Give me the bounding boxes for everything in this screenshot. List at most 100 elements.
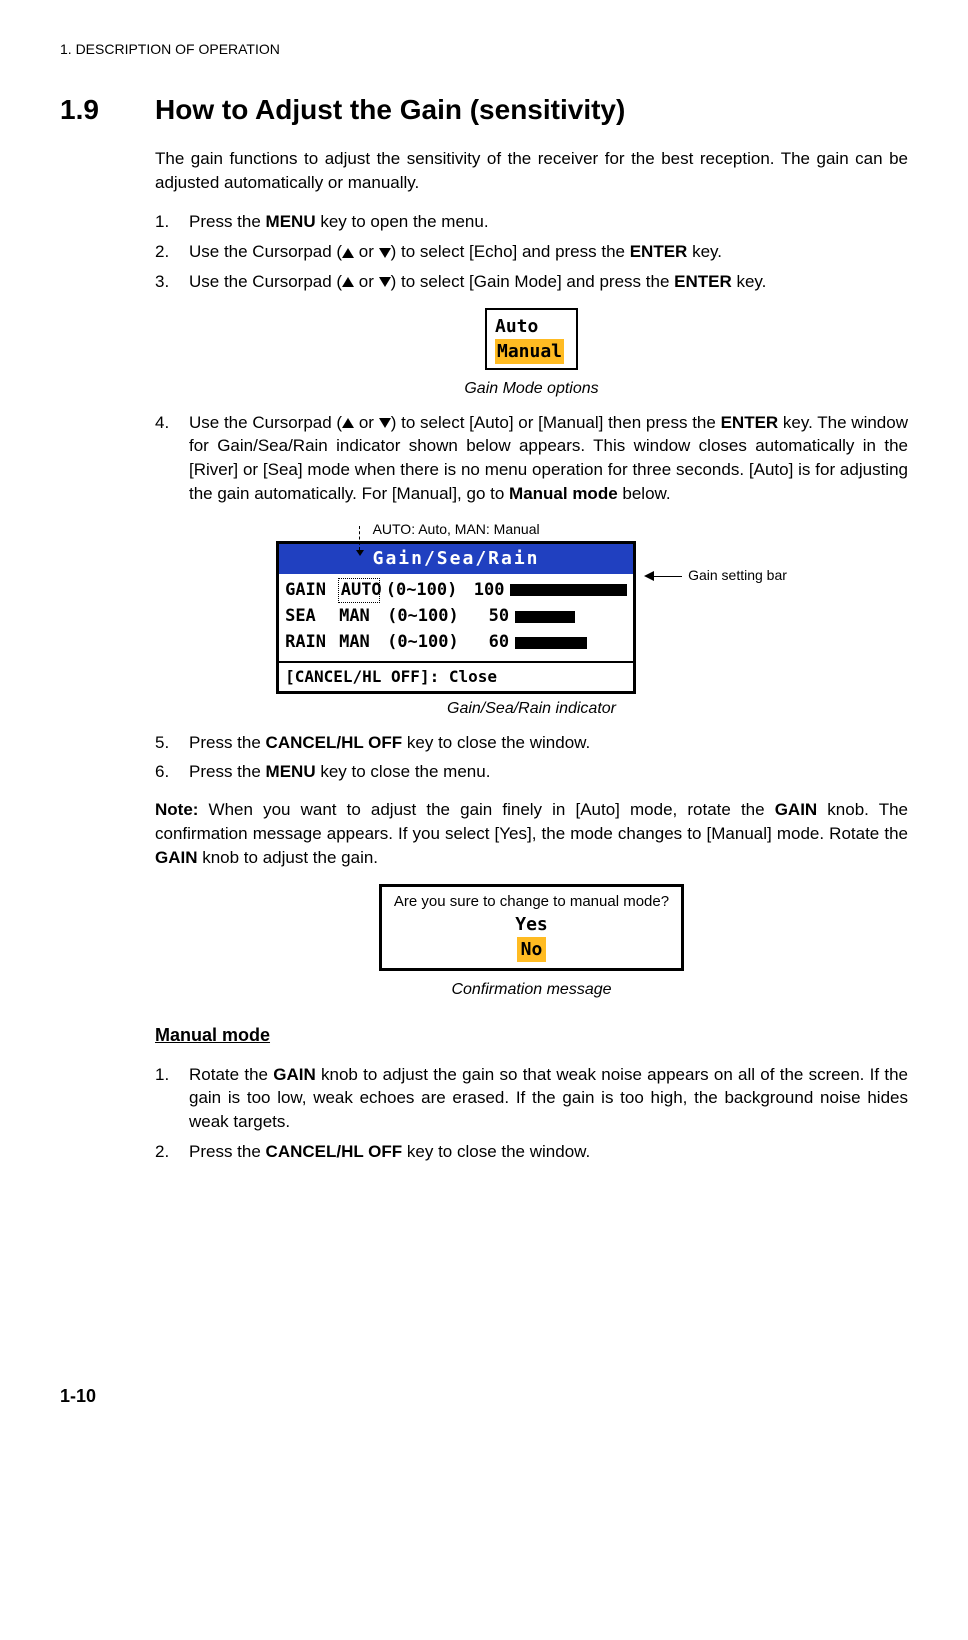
key-menu: MENU <box>266 762 316 781</box>
mode: MAN <box>339 605 381 629</box>
key-cancel: CANCEL/HL OFF <box>266 1142 403 1161</box>
text: Use the Cursorpad ( <box>189 413 342 432</box>
annotation-gain-bar: Gain setting bar <box>644 566 787 586</box>
text: ) to select [Echo] and press the <box>391 242 630 261</box>
sea-bar <box>515 611 575 623</box>
section-title: How to Adjust the Gain (sensitivity) <box>155 90 625 129</box>
figure-indicator: AUTO: Auto, MAN: Manual Gain/Sea/Rain GA… <box>155 520 908 695</box>
manual-step-2: Press the CANCEL/HL OFF key to close the… <box>155 1140 908 1164</box>
arrow-down-icon <box>379 418 391 428</box>
indicator-title: Gain/Sea/Rain <box>279 544 633 573</box>
text: key to close the window. <box>402 1142 590 1161</box>
indicator-row-sea: SEA MAN (0~100) 50 <box>285 605 627 629</box>
step-2: Use the Cursorpad ( or ) to select [Echo… <box>155 240 908 264</box>
knob-gain: GAIN <box>155 848 198 867</box>
text: knob to adjust the gain. <box>198 848 379 867</box>
arrow-up-icon <box>342 418 354 428</box>
label: SEA <box>285 605 333 629</box>
text: Press the <box>189 212 266 231</box>
step-3: Use the Cursorpad ( or ) to select [Gain… <box>155 270 908 294</box>
text: key to close the menu. <box>316 762 491 781</box>
value: 50 <box>475 605 509 629</box>
knob-gain: GAIN <box>273 1065 316 1084</box>
note-label: Note: <box>155 800 198 819</box>
text: Press the <box>189 1142 266 1161</box>
key-cancel: CANCEL/HL OFF <box>266 733 403 752</box>
rain-bar <box>515 637 587 649</box>
text: Press the <box>189 762 266 781</box>
key-enter: ENTER <box>674 272 732 291</box>
arrow-down-icon <box>379 248 391 258</box>
value: 100 <box>471 579 504 603</box>
figure-gain-mode-options: Auto Manual <box>155 308 908 370</box>
text: Use the Cursorpad ( <box>189 242 342 261</box>
confirm-yes: Yes <box>394 912 669 937</box>
text: Press the <box>189 733 266 752</box>
arrow-up-icon <box>342 277 354 287</box>
mode: MAN <box>339 631 381 655</box>
caption-confirmation: Confirmation message <box>155 979 908 1001</box>
key-enter: ENTER <box>721 413 779 432</box>
key-menu: MENU <box>266 212 316 231</box>
pointer-line-icon <box>359 526 360 550</box>
key-enter: ENTER <box>630 242 688 261</box>
text: or <box>354 272 379 291</box>
caption-gain-mode: Gain Mode options <box>155 378 908 400</box>
range: (0~100) <box>386 579 466 603</box>
figure-confirmation: Are you sure to change to manual mode? Y… <box>155 884 908 971</box>
arrow-up-icon <box>342 248 354 258</box>
annotation-auto-man: AUTO: Auto, MAN: Manual <box>373 520 540 540</box>
text: key to open the menu. <box>316 212 489 231</box>
step-1: Press the MENU key to open the menu. <box>155 210 908 234</box>
text: key. <box>732 272 767 291</box>
indicator-row-rain: RAIN MAN (0~100) 60 <box>285 631 627 655</box>
text: or <box>354 242 379 261</box>
caption-indicator: Gain/Sea/Rain indicator <box>155 698 908 720</box>
procedure-list-manual: Rotate the GAIN knob to adjust the gain … <box>155 1063 908 1164</box>
range: (0~100) <box>387 605 469 629</box>
indicator-window: Gain/Sea/Rain GAIN AUTO (0~100) 100 SEA … <box>276 541 636 694</box>
arrow-left-icon <box>644 566 682 586</box>
text: key. <box>687 242 722 261</box>
subsection-manual-mode: Manual mode <box>155 1023 908 1048</box>
gain-bar <box>510 584 627 596</box>
text: Use the Cursorpad ( <box>189 272 342 291</box>
ref-manual-mode: Manual mode <box>509 484 618 503</box>
label: GAIN <box>285 579 332 603</box>
page-number: 1-10 <box>60 1384 96 1409</box>
mode: AUTO <box>338 578 380 604</box>
text: or <box>354 413 379 432</box>
text: ) to select [Gain Mode] and press the <box>391 272 674 291</box>
step-4: Use the Cursorpad ( or ) to select [Auto… <box>155 411 908 506</box>
text: ) to select [Auto] or [Manual] then pres… <box>391 413 721 432</box>
annotation-text: Gain setting bar <box>688 566 787 586</box>
text: When you want to adjust the gain finely … <box>198 800 774 819</box>
option-manual-selected: Manual <box>495 339 564 364</box>
indicator-footer: [CANCEL/HL OFF]: Close <box>279 661 633 691</box>
page-header: 1. DESCRIPTION OF OPERATION <box>60 40 908 60</box>
option-auto: Auto <box>495 314 564 339</box>
manual-step-1: Rotate the GAIN knob to adjust the gain … <box>155 1063 908 1134</box>
text: below. <box>618 484 671 503</box>
arrow-down-icon <box>379 277 391 287</box>
step-6: Press the MENU key to close the menu. <box>155 760 908 784</box>
knob-gain: GAIN <box>775 800 818 819</box>
indicator-row-gain: GAIN AUTO (0~100) 100 <box>285 578 627 604</box>
value: 60 <box>475 631 509 655</box>
section-number: 1.9 <box>60 90 155 129</box>
note-paragraph: Note: When you want to adjust the gain f… <box>155 798 908 869</box>
label: RAIN <box>285 631 333 655</box>
procedure-list-1b: Use the Cursorpad ( or ) to select [Auto… <box>155 411 908 506</box>
procedure-list-1c: Press the CANCEL/HL OFF key to close the… <box>155 731 908 785</box>
step-5: Press the CANCEL/HL OFF key to close the… <box>155 731 908 755</box>
text: Rotate the <box>189 1065 273 1084</box>
intro-paragraph: The gain functions to adjust the sensiti… <box>155 147 908 195</box>
text: key to close the window. <box>402 733 590 752</box>
confirmation-dialog: Are you sure to change to manual mode? Y… <box>379 884 684 971</box>
range: (0~100) <box>387 631 469 655</box>
procedure-list-1: Press the MENU key to open the menu. Use… <box>155 210 908 293</box>
confirm-message: Are you sure to change to manual mode? <box>394 891 669 912</box>
confirm-no-selected: No <box>517 937 547 962</box>
section-heading: 1.9 How to Adjust the Gain (sensitivity) <box>60 90 908 129</box>
gain-mode-box: Auto Manual <box>485 308 578 370</box>
